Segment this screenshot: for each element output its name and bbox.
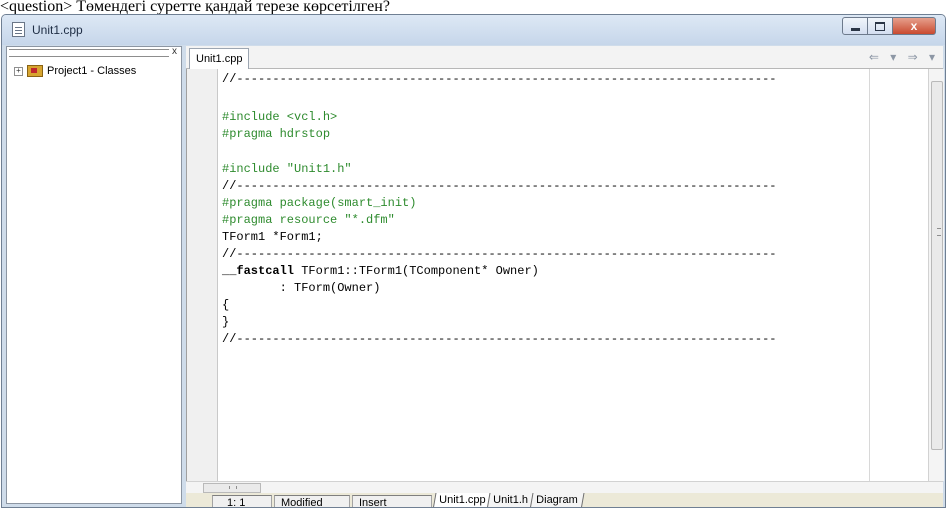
expand-icon[interactable]: + — [14, 66, 23, 76]
tab-unit1-cpp[interactable]: Unit1.cpp — [189, 48, 250, 69]
file-tab-label: Unit1.h — [493, 494, 529, 506]
keyword-fastcall: __fastcall — [222, 264, 295, 278]
file-tab-unit1-cpp[interactable]: Unit1.cpp — [432, 493, 492, 507]
code-constructor: TForm1::TForm1(TComponent* Owner) — [294, 264, 539, 278]
code-text-area[interactable]: //--------------------------------------… — [222, 69, 871, 481]
file-tab-diagram[interactable]: Diagram — [529, 493, 585, 507]
code-line: //--------------------------------------… — [222, 179, 777, 193]
right-margin-line — [869, 69, 870, 481]
editor-tab-strip: Unit1.cpp ⇐ ▾ ⇒ ▾ — [186, 46, 943, 69]
code-line: //--------------------------------------… — [222, 247, 777, 261]
tree-item-label: Project1 - Classes — [47, 65, 137, 77]
modified-indicator: Modified — [274, 495, 350, 507]
scroll-grip-icon — [229, 486, 237, 489]
code-line: : TForm(Owner) — [222, 281, 381, 295]
code-line: //--------------------------------------… — [222, 332, 777, 346]
code-line: //--------------------------------------… — [222, 72, 777, 86]
navigation-arrows-icon[interactable]: ⇐ ▾ ⇒ ▾ — [869, 50, 939, 64]
vertical-scrollbar[interactable] — [928, 69, 944, 481]
pane-grip[interactable] — [9, 49, 169, 57]
tree-item-project[interactable]: + Project1 - Classes — [14, 64, 136, 78]
document-icon — [12, 22, 25, 37]
code-line: #include "Unit1.h" — [222, 162, 352, 176]
scroll-grip-icon — [937, 228, 941, 236]
close-button[interactable]: x — [892, 17, 936, 35]
code-editor: Unit1.cpp ⇐ ▾ ⇒ ▾ //--------------------… — [186, 46, 944, 507]
code-line: #pragma hdrstop — [222, 127, 331, 141]
maximize-button[interactable] — [867, 17, 893, 35]
code-line: #pragma resource "*.dfm" — [222, 213, 395, 227]
code-line: TForm1 *Form1; — [222, 230, 323, 244]
minimize-button[interactable] — [842, 17, 868, 35]
code-line: #include <vcl.h> — [222, 110, 338, 124]
insert-mode-indicator: Insert — [352, 495, 432, 507]
code-frame[interactable]: //--------------------------------------… — [186, 69, 929, 481]
vertical-scroll-thumb[interactable] — [931, 81, 943, 450]
code-line: { — [222, 298, 230, 312]
unit-window: Unit1.cpp x x + Project1 - Classes Unit1… — [1, 14, 946, 508]
minimize-icon — [850, 27, 860, 31]
file-tab-unit1-h[interactable]: Unit1.h — [486, 493, 535, 507]
class-explorer-pane: x + Project1 - Classes — [6, 46, 182, 504]
pane-close-icon[interactable]: x — [172, 46, 177, 57]
title-bar[interactable]: Unit1.cpp x — [2, 15, 945, 45]
code-line: #pragma package(smart_init) — [222, 196, 417, 210]
editor-gutter — [187, 69, 218, 481]
file-tab-label: Unit1.cpp — [439, 494, 486, 506]
file-tabs: Unit1.cpp Unit1.h Diagram — [432, 493, 585, 507]
code-line-fastcall: __fastcall TForm1::TForm1(TComponent* Ow… — [222, 263, 539, 279]
maximize-icon — [875, 21, 885, 31]
window-title: Unit1.cpp — [32, 23, 83, 37]
horizontal-scroll-thumb[interactable] — [203, 483, 261, 493]
status-bar: 1: 1 Modified Insert Unit1.cpp Unit1.h D… — [186, 493, 943, 507]
folder-icon — [27, 65, 43, 77]
close-icon: x — [910, 19, 918, 33]
code-line: } — [222, 315, 230, 329]
file-tab-label: Diagram — [536, 494, 579, 506]
cursor-position: 1: 1 — [212, 495, 272, 507]
